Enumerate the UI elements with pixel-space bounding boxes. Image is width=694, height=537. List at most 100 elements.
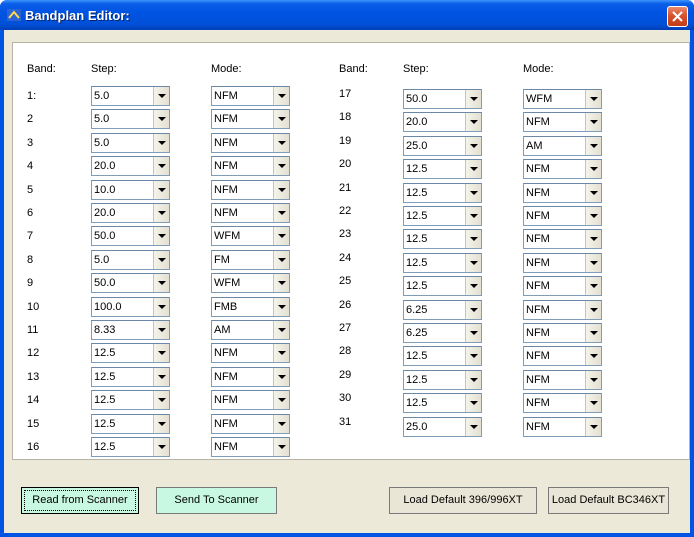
step-combo[interactable]: 12.5 (403, 182, 482, 203)
dropdown-arrow-icon[interactable] (585, 113, 601, 132)
step-combo[interactable]: 12.5 (91, 343, 170, 364)
dropdown-arrow-icon[interactable] (585, 230, 601, 249)
mode-combo[interactable]: NFM (211, 109, 290, 130)
mode-combo[interactable]: WFM (211, 273, 290, 294)
dropdown-arrow-icon[interactable] (153, 344, 169, 363)
mode-combo[interactable]: FMB (211, 296, 290, 317)
dropdown-arrow-icon[interactable] (585, 207, 601, 225)
step-combo[interactable]: 12.5 (403, 206, 482, 226)
dropdown-arrow-icon[interactable] (465, 277, 481, 296)
dropdown-arrow-icon[interactable] (465, 136, 481, 155)
step-combo[interactable]: 10.0 (91, 179, 170, 200)
mode-combo[interactable]: AM (211, 320, 290, 340)
mode-combo[interactable]: NFM (211, 203, 290, 223)
mode-combo[interactable]: AM (523, 135, 602, 156)
mode-combo[interactable]: NFM (211, 156, 290, 177)
dropdown-arrow-icon[interactable] (153, 180, 169, 199)
dropdown-arrow-icon[interactable] (153, 414, 169, 433)
step-combo[interactable]: 12.5 (91, 437, 170, 457)
dropdown-arrow-icon[interactable] (273, 297, 289, 316)
dropdown-arrow-icon[interactable] (465, 90, 481, 108)
dropdown-arrow-icon[interactable] (153, 227, 169, 246)
mode-combo[interactable]: NFM (211, 437, 290, 457)
step-combo[interactable]: 12.5 (403, 229, 482, 250)
step-combo[interactable]: 8.33 (91, 320, 170, 340)
mode-combo[interactable]: NFM (523, 182, 602, 203)
dropdown-arrow-icon[interactable] (153, 297, 169, 316)
dropdown-arrow-icon[interactable] (273, 180, 289, 199)
step-combo[interactable]: 12.5 (403, 159, 482, 180)
title-bar[interactable]: Bandplan Editor: (0, 0, 694, 30)
dropdown-arrow-icon[interactable] (273, 321, 289, 339)
mode-combo[interactable]: NFM (211, 86, 290, 106)
mode-combo[interactable]: NFM (211, 132, 290, 153)
mode-combo[interactable]: NFM (523, 112, 602, 133)
mode-combo[interactable]: NFM (523, 346, 602, 367)
step-combo[interactable]: 50.0 (403, 89, 482, 109)
dropdown-arrow-icon[interactable] (585, 394, 601, 413)
dropdown-arrow-icon[interactable] (585, 417, 601, 436)
send-to-scanner-button[interactable]: Send To Scanner (156, 487, 277, 514)
close-button[interactable] (667, 6, 688, 27)
mode-combo[interactable]: NFM (523, 416, 602, 437)
mode-combo[interactable]: NFM (523, 206, 602, 226)
dropdown-arrow-icon[interactable] (585, 324, 601, 342)
dropdown-arrow-icon[interactable] (153, 367, 169, 386)
step-combo[interactable]: 12.5 (403, 252, 482, 273)
step-combo[interactable]: 6.25 (403, 323, 482, 343)
step-combo[interactable]: 12.5 (403, 346, 482, 367)
dropdown-arrow-icon[interactable] (273, 157, 289, 176)
mode-combo[interactable]: NFM (211, 343, 290, 364)
step-combo[interactable]: 5.0 (91, 132, 170, 153)
mode-combo[interactable]: NFM (211, 366, 290, 387)
dropdown-arrow-icon[interactable] (273, 438, 289, 456)
dropdown-arrow-icon[interactable] (465, 370, 481, 389)
dropdown-arrow-icon[interactable] (273, 204, 289, 222)
dropdown-arrow-icon[interactable] (465, 230, 481, 249)
step-combo[interactable]: 25.0 (403, 416, 482, 437)
step-combo[interactable]: 5.0 (91, 109, 170, 130)
dropdown-arrow-icon[interactable] (153, 250, 169, 269)
mode-combo[interactable]: NFM (523, 229, 602, 250)
dropdown-arrow-icon[interactable] (465, 300, 481, 319)
dropdown-arrow-icon[interactable] (273, 274, 289, 293)
mode-combo[interactable]: WFM (211, 226, 290, 247)
step-combo[interactable]: 6.25 (403, 299, 482, 320)
dropdown-arrow-icon[interactable] (153, 133, 169, 152)
dropdown-arrow-icon[interactable] (153, 110, 169, 129)
mode-combo[interactable]: NFM (523, 393, 602, 414)
step-combo[interactable]: 20.0 (91, 203, 170, 223)
dropdown-arrow-icon[interactable] (465, 160, 481, 179)
dropdown-arrow-icon[interactable] (465, 394, 481, 413)
dropdown-arrow-icon[interactable] (585, 136, 601, 155)
mode-combo[interactable]: NFM (523, 323, 602, 343)
dropdown-arrow-icon[interactable] (585, 347, 601, 366)
dropdown-arrow-icon[interactable] (273, 87, 289, 105)
step-combo[interactable]: 12.5 (403, 369, 482, 390)
dropdown-arrow-icon[interactable] (465, 253, 481, 272)
step-combo[interactable]: 12.5 (91, 366, 170, 387)
dropdown-arrow-icon[interactable] (465, 113, 481, 132)
dropdown-arrow-icon[interactable] (273, 414, 289, 433)
dropdown-arrow-icon[interactable] (585, 253, 601, 272)
dropdown-arrow-icon[interactable] (585, 160, 601, 179)
read-from-scanner-button[interactable]: Read from Scanner (21, 487, 139, 514)
dropdown-arrow-icon[interactable] (465, 347, 481, 366)
step-combo[interactable]: 12.5 (91, 390, 170, 411)
dropdown-arrow-icon[interactable] (273, 250, 289, 269)
dropdown-arrow-icon[interactable] (585, 370, 601, 389)
step-combo[interactable]: 25.0 (403, 135, 482, 156)
dropdown-arrow-icon[interactable] (153, 204, 169, 222)
dropdown-arrow-icon[interactable] (153, 391, 169, 410)
step-combo[interactable]: 100.0 (91, 296, 170, 317)
mode-combo[interactable]: NFM (211, 179, 290, 200)
dropdown-arrow-icon[interactable] (273, 391, 289, 410)
dropdown-arrow-icon[interactable] (465, 207, 481, 225)
mode-combo[interactable]: NFM (211, 390, 290, 411)
dropdown-arrow-icon[interactable] (153, 438, 169, 456)
step-combo[interactable]: 12.5 (403, 276, 482, 297)
dropdown-arrow-icon[interactable] (153, 274, 169, 293)
step-combo[interactable]: 5.0 (91, 86, 170, 106)
step-combo[interactable]: 50.0 (91, 273, 170, 294)
mode-combo[interactable]: NFM (523, 369, 602, 390)
